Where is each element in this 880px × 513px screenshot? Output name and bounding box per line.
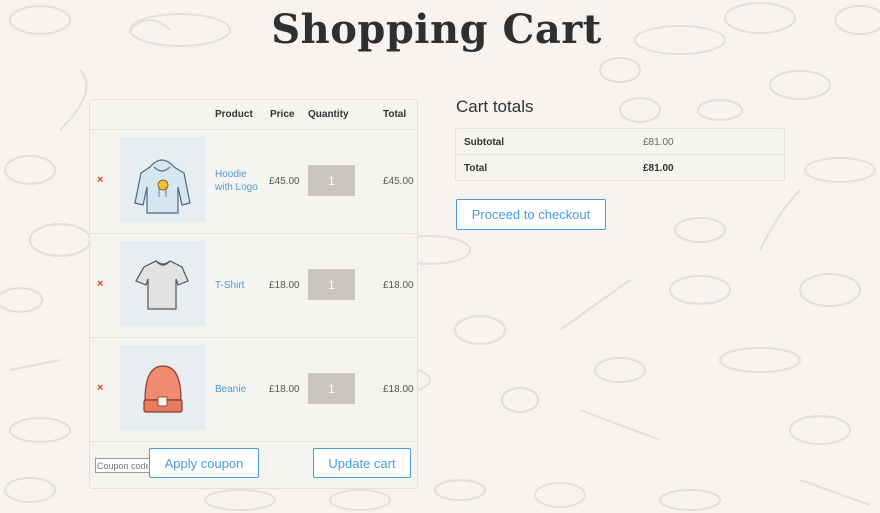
cart-table: Product Price Quantity Total × Hoodie wi… <box>89 99 418 489</box>
total-value: £81.00 <box>643 163 674 174</box>
item-total: £18.00 <box>383 384 414 395</box>
cart-totals-title: Cart totals <box>456 97 534 116</box>
cart-row-hoodie: × Hoodie with Logo £45.00 £45.00 <box>90 130 417 234</box>
cart-totals-table: Subtotal £81.00 Total £81.00 <box>455 128 785 181</box>
quantity-input[interactable] <box>308 165 355 196</box>
item-total: £45.00 <box>383 176 414 187</box>
item-price: £18.00 <box>269 384 300 395</box>
beanie-icon <box>143 365 183 413</box>
apply-coupon-button[interactable]: Apply coupon <box>149 448 259 478</box>
product-thumbnail-tshirt[interactable] <box>120 241 205 326</box>
update-cart-button[interactable]: Update cart <box>313 448 411 478</box>
product-link-tshirt[interactable]: T-Shirt <box>215 279 263 292</box>
page-title: Shopping Cart <box>271 6 602 53</box>
product-thumbnail-beanie[interactable] <box>120 345 205 430</box>
header-price: Price <box>270 109 295 120</box>
header-total: Total <box>383 109 407 120</box>
header-product: Product <box>215 109 253 120</box>
proceed-to-checkout-button[interactable]: Proceed to checkout <box>456 199 606 230</box>
subtotal-label: Subtotal <box>464 137 504 148</box>
cart-row-beanie: × Beanie £18.00 £18.00 <box>90 338 417 442</box>
total-row: Total £81.00 <box>456 154 784 180</box>
item-total: £18.00 <box>383 280 414 291</box>
tshirt-icon <box>135 260 189 310</box>
subtotal-value: £81.00 <box>643 137 674 148</box>
cart-actions: Apply coupon Update cart <box>90 440 417 488</box>
product-link-beanie[interactable]: Beanie <box>215 383 263 396</box>
header-quantity: Quantity <box>308 109 349 120</box>
quantity-input[interactable] <box>308 269 355 300</box>
total-label: Total <box>464 163 488 174</box>
coupon-code-input[interactable] <box>95 458 150 473</box>
product-link-hoodie[interactable]: Hoodie with Logo <box>215 168 263 194</box>
cart-table-header: Product Price Quantity Total <box>90 100 417 130</box>
remove-item-button[interactable]: × <box>97 174 103 186</box>
remove-item-button[interactable]: × <box>97 278 103 290</box>
item-price: £45.00 <box>269 176 300 187</box>
hoodie-icon <box>134 159 191 214</box>
remove-item-button[interactable]: × <box>97 382 103 394</box>
quantity-input[interactable] <box>308 373 355 404</box>
subtotal-row: Subtotal £81.00 <box>456 129 784 154</box>
product-thumbnail-hoodie[interactable] <box>120 137 205 222</box>
cart-row-tshirt: × T-Shirt £18.00 £18.00 <box>90 234 417 338</box>
item-price: £18.00 <box>269 280 300 291</box>
